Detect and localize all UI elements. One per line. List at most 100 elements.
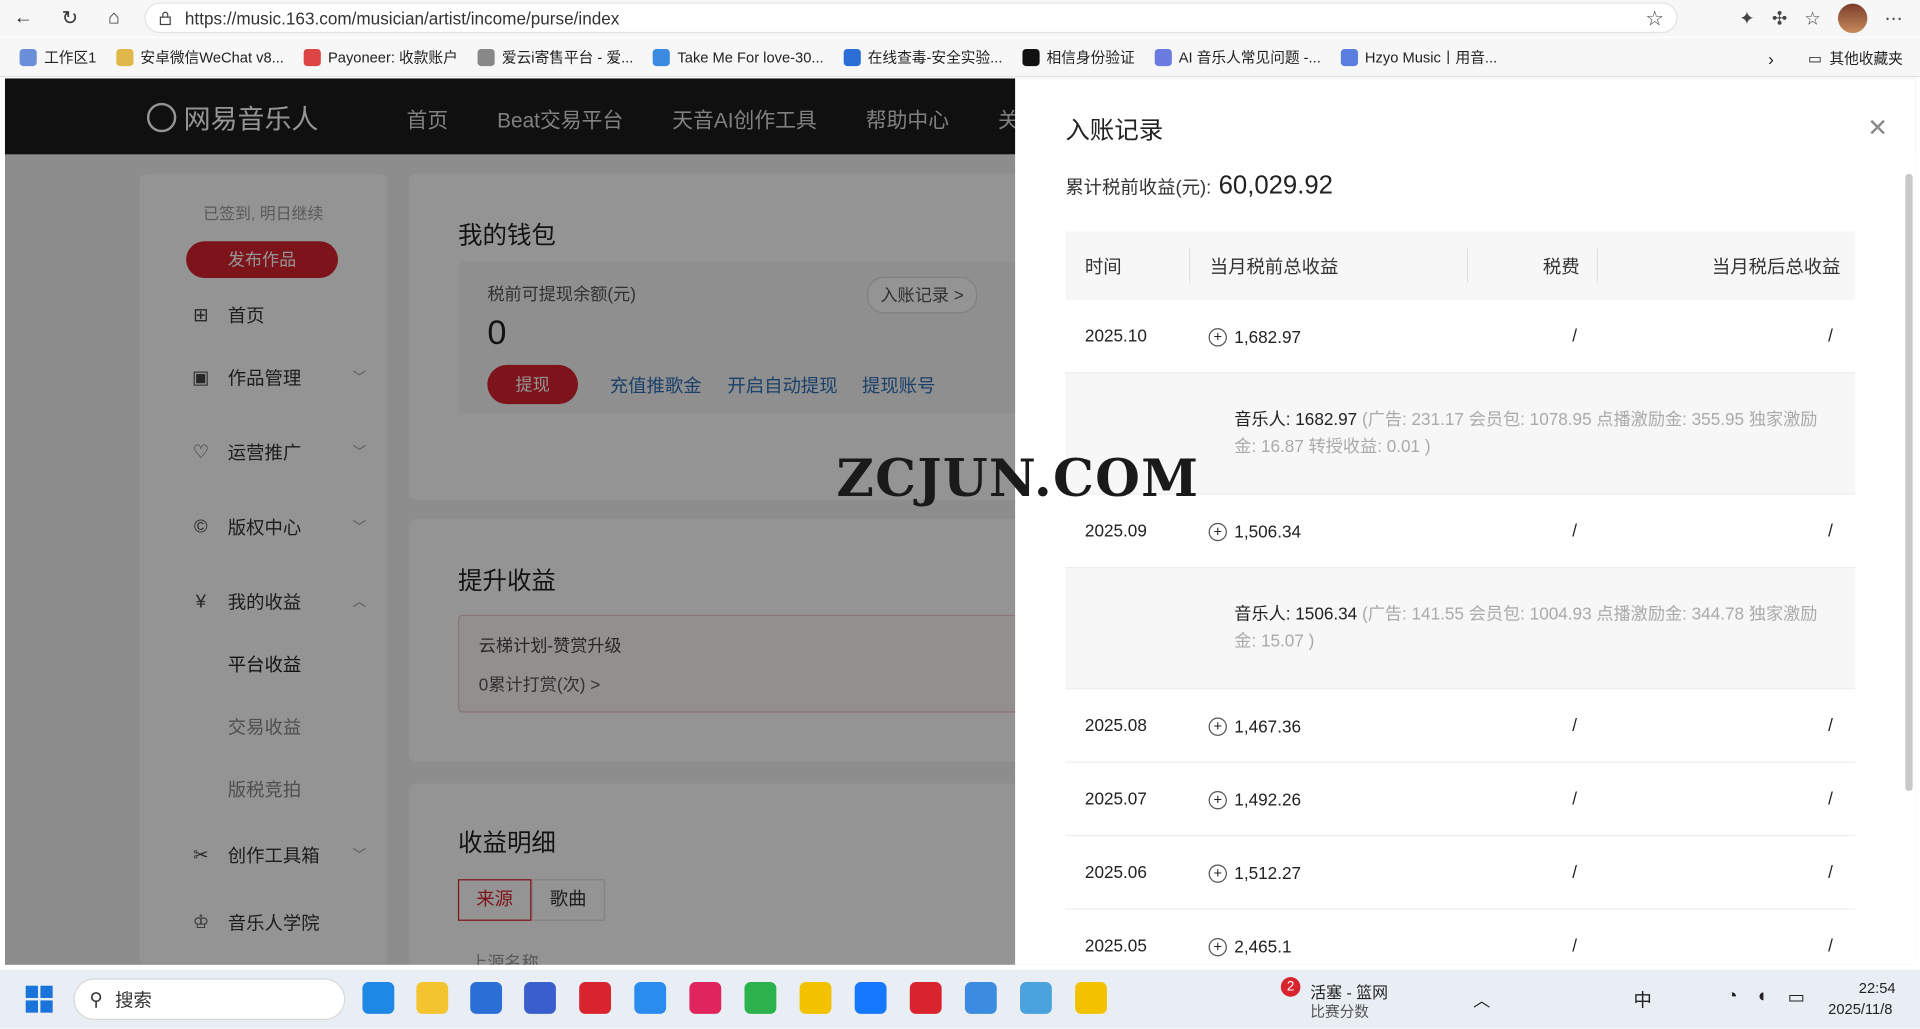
detail-musician-total: 音乐人: 1682.97 (1234, 408, 1358, 429)
ai-icon (1154, 48, 1172, 66)
battery-icon[interactable]: ▭ (1788, 986, 1805, 1008)
clock-date[interactable]: 2025/11/8 (1828, 1000, 1892, 1017)
row-aftertax: / (1828, 715, 1833, 735)
table-row[interactable]: 2025.08 +1,467.36 / / (1065, 689, 1856, 763)
bird-icon[interactable] (1020, 982, 1052, 1014)
expand-icon[interactable]: + (1208, 522, 1227, 541)
bookmark-item[interactable]: 安卓微信WeChat v8... (106, 47, 294, 68)
bookmark-item[interactable]: Take Me For love-30... (643, 47, 833, 68)
expand-icon[interactable]: + (1208, 327, 1227, 346)
row-pretax: +1,467.36 (1208, 716, 1301, 736)
row-aftertax: / (1828, 862, 1833, 882)
take-me-icon (652, 48, 671, 66)
reload-icon[interactable]: ↻ (54, 2, 86, 34)
favorite-star-icon[interactable]: ☆ (1645, 7, 1664, 31)
col-aftertax: 当月税后总收益 (1711, 256, 1841, 278)
expand-icon[interactable]: + (1208, 937, 1227, 956)
url-text: https://music.163.com/musician/artist/in… (184, 7, 620, 28)
bookmark-item[interactable]: Payoneer: 收款账户 (294, 47, 468, 68)
netease-music-icon[interactable] (909, 982, 942, 1014)
bookmark-item[interactable]: Hzyo Music丨用音... (1331, 47, 1507, 68)
bookmark-label: AI 音乐人常见问题 -... (1178, 48, 1321, 67)
bookmarks-bar: 工作区1 安卓微信WeChat v8... Payoneer: 收款账户 爱云i寄售平… (0, 37, 1920, 78)
detail-text: 音乐人: 1682.97 (广告: 231.17 会员包: 1078.95 点播… (1234, 405, 1834, 459)
drawer-title: 入账记录 (1065, 117, 1164, 145)
notes-icon[interactable] (799, 982, 832, 1014)
detail-musician-total: 音乐人: 1506.34 (1234, 603, 1358, 624)
income-records-drawer: 入账记录 ✕ 累计税前收益(元): 60,029.92 时间 当月税前总收益 税… (1015, 78, 1916, 965)
row-pretax-value: 1,506.34 (1234, 521, 1302, 542)
bookmark-label: Take Me For love-30... (677, 48, 824, 66)
row-aftertax: / (1828, 788, 1833, 809)
extension-icon[interactable]: ✦ (1739, 7, 1754, 30)
row-pretax-value: 1,512.27 (1234, 863, 1302, 883)
drawer-scrollbar[interactable] (1905, 173, 1913, 792)
bookmark-item[interactable]: 爱云i寄售平台 - 爱... (468, 47, 644, 68)
bookmark-label: 相信身份验证 (1046, 48, 1135, 67)
news-title[interactable]: 活塞 - 篮网 (1310, 980, 1388, 1003)
bookmark-app-icon[interactable] (689, 982, 722, 1014)
windows-start-icon[interactable] (24, 984, 53, 1013)
volume-icon[interactable]: ◖ (1756, 986, 1767, 1007)
app-m-icon[interactable] (524, 982, 556, 1014)
table-row[interactable]: 2025.10 +1,682.97 / / (1065, 300, 1856, 374)
table-row[interactable]: 2025.07 +1,492.26 / / (1065, 763, 1856, 837)
bing-icon (1021, 48, 1040, 66)
store-icon[interactable] (470, 982, 503, 1014)
taskbar-search[interactable]: ⚲ 搜索 (73, 978, 346, 1021)
url-bar[interactable]: https://music.163.com/musician/artist/in… (144, 2, 1678, 34)
profile-avatar[interactable] (1837, 3, 1868, 34)
row-pretax: +1,512.27 (1208, 863, 1302, 883)
table-row[interactable]: 2025.05 +2,465.1 / / (1065, 910, 1855, 965)
qq-icon[interactable] (854, 982, 887, 1014)
row-aftertax: / (1828, 325, 1833, 346)
taskbar: ⚲ 搜索 2 活塞 - 篮网 比赛分数 ︿ 中 ◔ ◖ ▭ 22:54 2025… (0, 969, 1920, 1029)
other-bookmarks[interactable]: 其他收藏夹 (1829, 48, 1902, 69)
table-header: 时间 当月税前总收益 税费 当月税后总收益 (1065, 231, 1856, 301)
edge-icon[interactable] (362, 982, 395, 1014)
bookmark-item[interactable]: 相信身份验证 (1012, 47, 1144, 68)
income-table: 时间 当月税前总收益 税费 当月税后总收益 2025.10 +1,682.97 / /… (1065, 231, 1856, 965)
row-tax: / (1572, 715, 1578, 735)
row-detail: 音乐人: 1506.34 (广告: 141.55 会员包: 1004.93 点播… (1065, 568, 1856, 690)
expand-icon[interactable]: + (1208, 790, 1227, 809)
row-month: 2025.08 (1084, 715, 1147, 735)
row-tax: / (1572, 862, 1578, 882)
huawei-icon[interactable] (579, 982, 612, 1014)
expand-icon[interactable]: + (1208, 716, 1227, 736)
wifi-icon[interactable]: ◔ (1727, 986, 1738, 1007)
row-month: 2025.09 (1084, 520, 1147, 541)
chevron-right-icon[interactable]: › (1768, 48, 1774, 68)
back-icon[interactable]: ← (7, 2, 39, 34)
bookmark-label: 安卓微信WeChat v8... (140, 48, 284, 67)
bookmark-item[interactable]: 工作区1 (10, 47, 106, 68)
bookmark-item[interactable]: AI 音乐人常见问题 -... (1144, 47, 1330, 68)
table-row[interactable]: 2025.06 +1,512.27 / / (1065, 836, 1856, 910)
row-pretax: +1,682.97 (1208, 326, 1302, 347)
notepad-icon[interactable] (964, 982, 997, 1014)
row-pretax: +2,465.1 (1208, 937, 1292, 956)
chevron-up-icon[interactable]: ︿ (1473, 988, 1490, 1012)
row-pretax-value: 1,492.26 (1234, 789, 1302, 810)
close-icon[interactable]: ✕ (1867, 113, 1888, 144)
bookmark-label: 在线查毒-安全实验... (867, 48, 1003, 67)
row-pretax: +1,506.34 (1208, 521, 1302, 542)
globe-icon (477, 48, 495, 66)
col-tax: 税费 (1542, 256, 1580, 278)
file-explorer-icon[interactable] (416, 982, 449, 1014)
cloud-icon[interactable] (634, 982, 667, 1014)
bookmark-item[interactable]: 在线查毒-安全实验... (833, 47, 1012, 68)
more-icon[interactable]: ⋯ (1885, 7, 1903, 30)
expand-icon[interactable]: + (1208, 863, 1227, 883)
bookmark-label: Payoneer: 收款账户 (327, 48, 458, 67)
favorites-icon[interactable]: ☆ (1804, 7, 1820, 30)
workspace-icon (19, 48, 37, 66)
row-pretax-value: 1,682.97 (1234, 326, 1302, 347)
clock-time[interactable]: 22:54 (1859, 980, 1896, 997)
search-icon: ⚲ (89, 989, 103, 1011)
puzzle-icon[interactable]: ✣ (1772, 7, 1787, 30)
ime-indicator[interactable]: 中 (1633, 987, 1651, 1013)
home-icon[interactable]: ⌂ (98, 2, 130, 34)
pdf-icon[interactable] (1075, 982, 1107, 1014)
wechat-app-icon[interactable] (744, 982, 777, 1014)
